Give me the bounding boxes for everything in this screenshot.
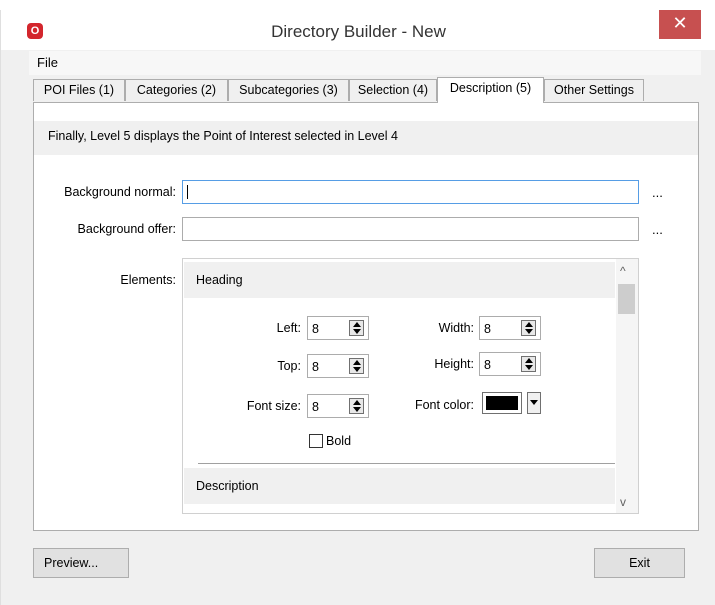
preview-button[interactable]: Preview... xyxy=(33,548,129,578)
text-caret xyxy=(187,185,188,199)
bold-checkbox[interactable] xyxy=(309,434,323,448)
info-bar: Finally, Level 5 displays the Point of I… xyxy=(34,121,698,155)
tab-poi-files[interactable]: POI Files (1) xyxy=(33,79,125,101)
tab-categories[interactable]: Categories (2) xyxy=(125,79,228,101)
top-label: Top: xyxy=(277,359,301,373)
top-spinner[interactable]: 8 xyxy=(307,354,369,378)
font-size-spinner[interactable]: 8 xyxy=(307,394,369,418)
left-spinner[interactable]: 8 xyxy=(307,316,369,340)
top-spin-buttons[interactable] xyxy=(349,358,364,374)
background-normal-input[interactable] xyxy=(182,180,639,204)
background-offer-label: Background offer: xyxy=(77,222,176,236)
background-normal-browse-button[interactable]: ... xyxy=(652,185,663,200)
description-section-header[interactable]: Description xyxy=(184,468,615,504)
heading-section-title: Heading xyxy=(196,273,243,287)
scroll-down-arrow-icon[interactable]: v xyxy=(620,495,626,509)
menu-file[interactable]: File xyxy=(37,55,58,70)
title-bar: O Directory Builder - New ✕ xyxy=(1,10,715,50)
bold-label[interactable]: Bold xyxy=(326,434,351,448)
width-spin-buttons[interactable] xyxy=(521,320,536,336)
background-offer-browse-button[interactable]: ... xyxy=(652,222,663,237)
font-color-fill xyxy=(486,396,518,410)
left-spin-buttons[interactable] xyxy=(349,320,364,336)
left-label: Left: xyxy=(276,321,301,335)
width-spinner[interactable]: 8 xyxy=(479,316,541,340)
window-title: Directory Builder - New xyxy=(271,22,446,41)
elements-list[interactable]: Heading Left: 8 Width: 8 Top: 8 Height: … xyxy=(182,258,639,514)
left-value: 8 xyxy=(312,322,319,336)
height-spinner[interactable]: 8 xyxy=(479,352,541,376)
height-label: Height: xyxy=(434,357,474,371)
scroll-up-arrow-icon[interactable]: ^ xyxy=(620,264,626,278)
menu-bar: File xyxy=(29,51,701,75)
font-size-label: Font size: xyxy=(246,399,301,413)
tab-other-settings[interactable]: Other Settings xyxy=(544,79,644,101)
font-color-dropdown[interactable] xyxy=(527,392,541,414)
font-color-label: Font color: xyxy=(414,398,474,412)
top-value: 8 xyxy=(312,360,319,374)
elements-scrollbar[interactable]: ^ v xyxy=(616,259,638,513)
info-text: Finally, Level 5 displays the Point of I… xyxy=(48,129,398,143)
description-section-title: Description xyxy=(196,479,259,493)
elements-label: Elements: xyxy=(120,273,176,287)
section-divider xyxy=(198,463,615,464)
background-normal-label: Background normal: xyxy=(64,185,176,199)
heading-section-header[interactable]: Heading xyxy=(184,262,615,298)
width-value: 8 xyxy=(484,322,491,336)
height-spin-buttons[interactable] xyxy=(521,356,536,372)
font-size-spin-buttons[interactable] xyxy=(349,398,364,414)
close-button[interactable]: ✕ xyxy=(659,10,701,39)
font-size-value: 8 xyxy=(312,400,319,414)
font-color-swatch[interactable] xyxy=(482,392,522,414)
tab-description[interactable]: Description (5) xyxy=(437,77,544,103)
tab-subcategories[interactable]: Subcategories (3) xyxy=(228,79,349,101)
height-value: 8 xyxy=(484,358,491,372)
background-offer-input[interactable] xyxy=(182,217,639,241)
tab-selection[interactable]: Selection (4) xyxy=(349,79,437,101)
exit-button[interactable]: Exit xyxy=(594,548,685,578)
width-label: Width: xyxy=(438,321,474,335)
scroll-thumb[interactable] xyxy=(618,284,635,314)
top-strip xyxy=(0,0,715,10)
